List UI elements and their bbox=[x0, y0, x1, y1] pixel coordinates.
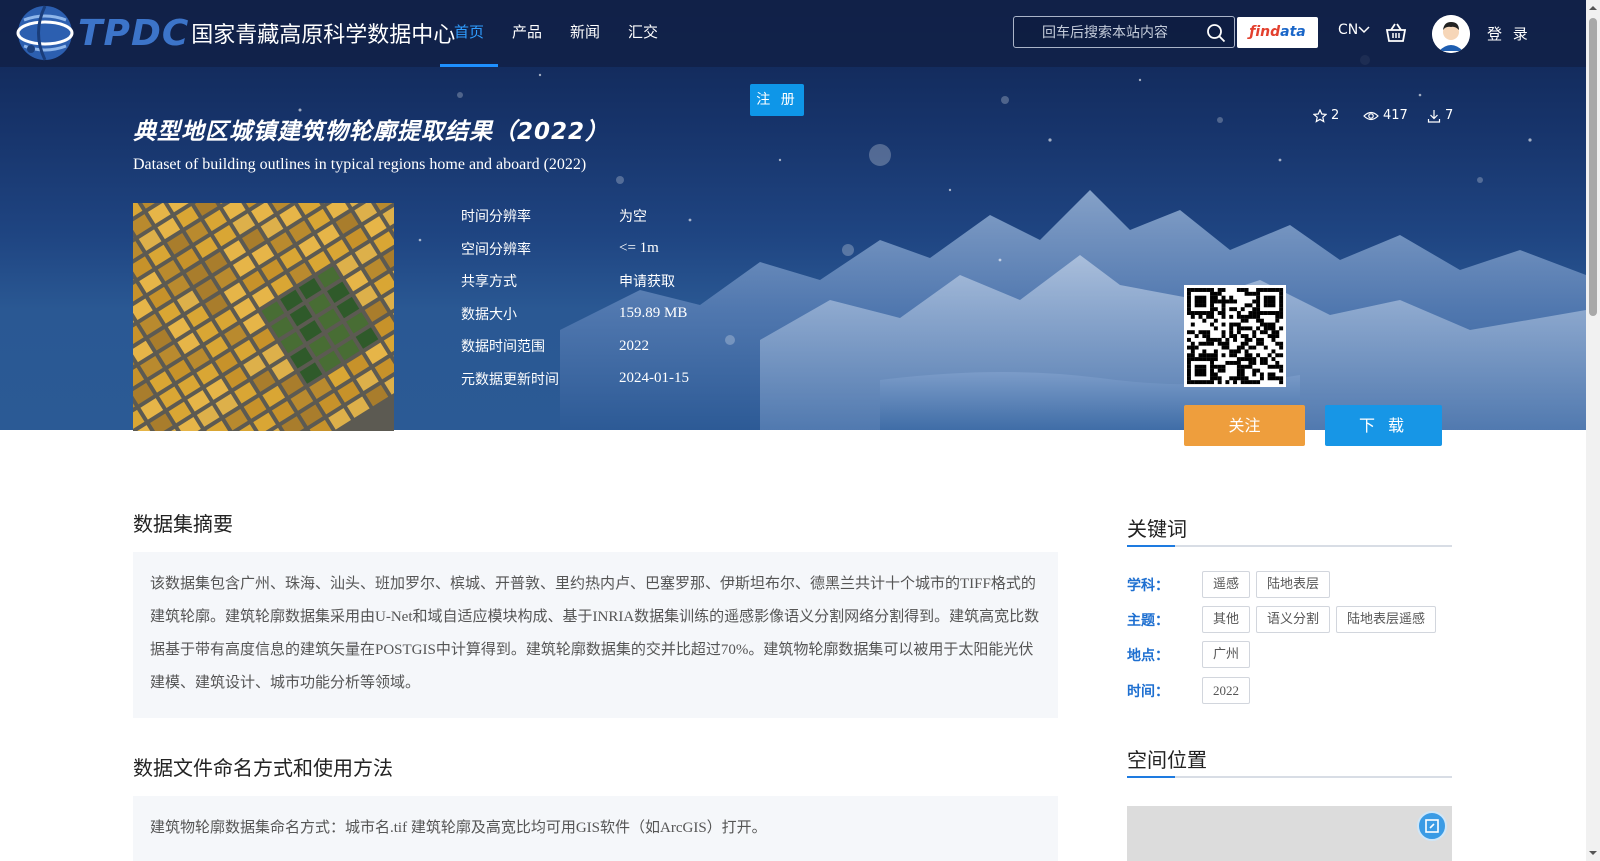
meta-row: 数据时间范围 2022 bbox=[461, 330, 689, 363]
qr-code bbox=[1184, 285, 1286, 387]
meta-key: 数据大小 bbox=[461, 306, 517, 323]
keyword-tag[interactable]: 语义分割 bbox=[1256, 606, 1331, 633]
user-avatar-icon bbox=[1432, 15, 1470, 53]
keyword-label: 时间： bbox=[1127, 683, 1169, 700]
download-button[interactable]: 下 载 bbox=[1325, 405, 1442, 446]
keyword-tag[interactable]: 广州 bbox=[1202, 641, 1251, 668]
aerial-city-image bbox=[133, 203, 394, 431]
spatial-map[interactable] bbox=[1127, 806, 1452, 861]
eye-icon bbox=[1363, 111, 1379, 120]
logo-site-name: 国家青藏高原科学数据中心 bbox=[191, 23, 456, 48]
meta-value: <= 1m bbox=[619, 240, 659, 257]
view-count-value: 417 bbox=[1383, 108, 1408, 123]
meta-value: 2024-01-15 bbox=[619, 370, 689, 387]
meta-key: 共享方式 bbox=[461, 274, 517, 291]
spatial-divider bbox=[1127, 776, 1452, 778]
meta-key: 空间分辨率 bbox=[461, 241, 531, 258]
basket-icon[interactable] bbox=[1385, 22, 1407, 44]
star-count-value: 2 bbox=[1331, 108, 1340, 123]
download-count: 7 bbox=[1427, 108, 1453, 123]
dataset-title-en: Dataset of building outlines in typical … bbox=[133, 156, 587, 173]
login-link[interactable]: 登 录 bbox=[1487, 23, 1531, 44]
meta-row: 数据大小 159.89 MB bbox=[461, 298, 689, 331]
download-icon bbox=[1427, 109, 1441, 123]
meta-row: 元数据更新时间 2024-01-15 bbox=[461, 363, 689, 396]
meta-value: 2022 bbox=[619, 337, 649, 354]
keyword-tag[interactable]: 陆地表层遥感 bbox=[1336, 606, 1437, 633]
chevron-down-icon bbox=[1358, 26, 1370, 34]
findata-logo-right: ata bbox=[1280, 24, 1306, 40]
expand-icon bbox=[1425, 819, 1439, 833]
nav-item-news[interactable]: 新闻 bbox=[556, 0, 614, 67]
abstract-line: 据基于带有高度信息的建筑矢量在POSTGIS中计算得到。建筑轮廓数据集的交并比超… bbox=[150, 642, 1034, 658]
search-icon[interactable] bbox=[1206, 23, 1226, 43]
search-box bbox=[1013, 16, 1235, 48]
scroll-up-icon[interactable] bbox=[1589, 4, 1597, 12]
findata-button[interactable]: ƒindata bbox=[1237, 17, 1318, 48]
abstract-line: 该数据集包含广州、珠海、汕头、班加罗尔、槟城、开普敦、里约热内卢、巴塞罗那、伊斯… bbox=[150, 576, 1036, 592]
search-input[interactable] bbox=[1042, 22, 1202, 44]
register-button[interactable]: 注 册 bbox=[750, 84, 804, 116]
naming-box: 建筑物轮廓数据集命名方式：城市名.tif 建筑轮廓及高宽比均可用GIS软件（如A… bbox=[133, 796, 1058, 861]
star-count: 2 bbox=[1313, 108, 1339, 123]
findata-logo-left: ƒind bbox=[1249, 24, 1281, 40]
keyword-tag[interactable]: 2022 bbox=[1202, 677, 1250, 704]
meta-key: 时间分辨率 bbox=[461, 209, 531, 226]
qr-code-icon bbox=[1187, 288, 1284, 385]
logo-abbreviation: TPDC bbox=[78, 12, 190, 54]
meta-value: 为空 bbox=[619, 209, 647, 226]
meta-row: 时间分辨率 为空 bbox=[461, 200, 689, 233]
download-count-value: 7 bbox=[1445, 108, 1454, 123]
star-icon bbox=[1313, 108, 1327, 123]
globe-logo-icon[interactable] bbox=[14, 2, 76, 64]
site-logo-text[interactable]: TPDC 国家青藏高原科学数据中心 bbox=[78, 12, 456, 54]
dataset-thumbnail bbox=[133, 203, 394, 431]
scrollbar-thumb[interactable] bbox=[1589, 18, 1597, 316]
language-switch[interactable]: CN bbox=[1338, 22, 1370, 38]
abstract-line: 建筑轮廓。建筑轮廓数据集采用由U-Net和域自适应模块构成、基于INRIA数据集… bbox=[150, 609, 1040, 625]
naming-title: 数据文件命名方式和使用方法 bbox=[133, 756, 393, 780]
nav-item-submit[interactable]: 汇交 bbox=[614, 0, 672, 67]
keyword-label: 学科： bbox=[1127, 577, 1169, 594]
meta-row: 空间分辨率 <= 1m bbox=[461, 233, 689, 266]
dataset-meta: 时间分辨率 为空 空间分辨率 <= 1m 共享方式 申请获取 数据大小 159.… bbox=[461, 200, 689, 395]
dataset-title-cn: 典型地区城镇建筑物轮廓提取结果（2022） bbox=[133, 119, 610, 145]
scroll-down-icon[interactable] bbox=[1589, 849, 1597, 857]
abstract-box: 该数据集包含广州、珠海、汕头、班加罗尔、槟城、开普敦、里约热内卢、巴塞罗那、伊斯… bbox=[133, 552, 1058, 718]
top-navigation-bar: TPDC 国家青藏高原科学数据中心 首页 产品 新闻 汇交 ƒindata CN bbox=[0, 0, 1586, 67]
user-avatar[interactable] bbox=[1432, 15, 1470, 53]
keywords-title: 关键词 bbox=[1127, 517, 1187, 541]
keywords-divider bbox=[1127, 545, 1452, 547]
keyword-tag[interactable]: 遥感 bbox=[1202, 571, 1251, 598]
nav-item-home[interactable]: 首页 bbox=[440, 0, 499, 67]
nav-item-products[interactable]: 产品 bbox=[498, 0, 556, 67]
naming-text: 建筑物轮廓数据集命名方式：城市名.tif 建筑轮廓及高宽比均可用GIS软件（如A… bbox=[150, 820, 767, 836]
follow-button[interactable]: 关注 bbox=[1184, 405, 1305, 446]
spatial-title: 空间位置 bbox=[1127, 748, 1207, 772]
meta-key: 数据时间范围 bbox=[461, 339, 545, 356]
language-label: CN bbox=[1338, 22, 1359, 38]
keyword-label: 主题： bbox=[1127, 612, 1169, 629]
keyword-tag[interactable]: 陆地表层 bbox=[1256, 571, 1331, 598]
abstract-title: 数据集摘要 bbox=[133, 512, 233, 536]
meta-value: 申请获取 bbox=[619, 274, 675, 291]
page-scrollbar[interactable] bbox=[1586, 0, 1600, 861]
meta-row: 共享方式 申请获取 bbox=[461, 265, 689, 298]
meta-key: 元数据更新时间 bbox=[461, 371, 559, 388]
meta-value: 159.89 MB bbox=[619, 305, 688, 322]
view-count: 417 bbox=[1363, 108, 1408, 123]
keyword-label: 地点： bbox=[1127, 647, 1169, 664]
keyword-row-theme: 主题： 其他 语义分割 陆地表层遥感 bbox=[1127, 606, 1442, 633]
keyword-row-time: 时间： 2022 bbox=[1127, 677, 1256, 704]
keyword-tag[interactable]: 其他 bbox=[1202, 606, 1251, 633]
fullscreen-button[interactable] bbox=[1417, 811, 1447, 841]
abstract-line: 建模、建筑设计、城市功能分析等领域。 bbox=[150, 675, 421, 691]
keyword-row-place: 地点： 广州 bbox=[1127, 641, 1256, 668]
main-nav: 首页 产品 新闻 汇交 bbox=[440, 0, 672, 67]
keyword-row-subject: 学科： 遥感 陆地表层 bbox=[1127, 571, 1336, 598]
